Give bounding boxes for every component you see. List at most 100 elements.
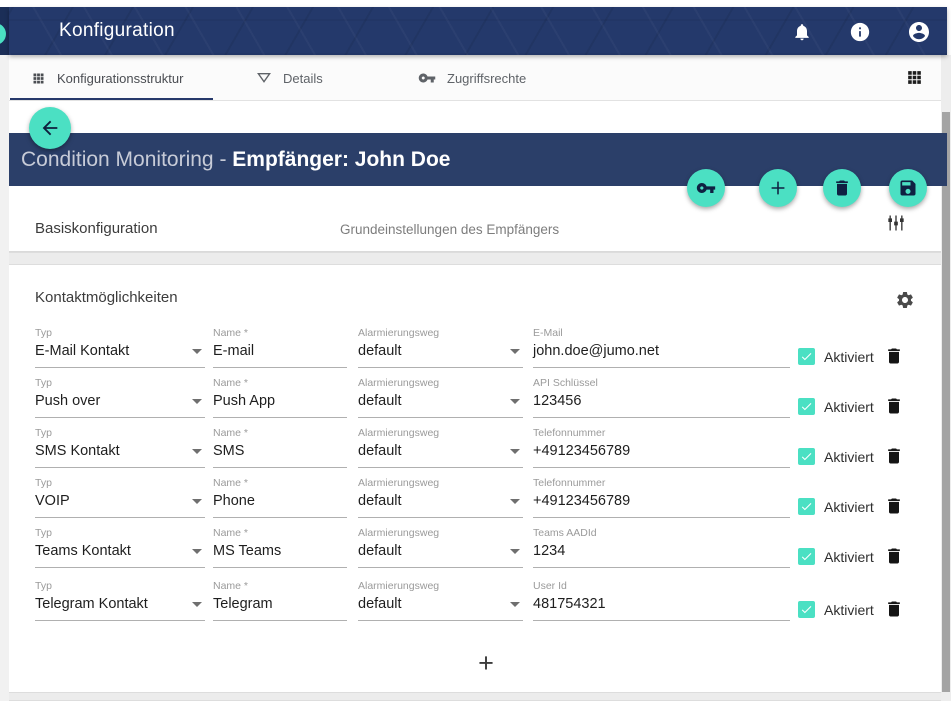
trash-icon (884, 599, 904, 619)
activated-checkbox[interactable] (798, 548, 815, 565)
account-icon[interactable] (907, 15, 931, 39)
page-title-prefix: Condition Monitoring - (21, 148, 232, 171)
typ-value: E-Mail Kontakt (35, 343, 129, 359)
typ-select[interactable]: Typ Teams Kontakt (35, 525, 205, 568)
alarmierungsweg-value: default (358, 596, 402, 612)
typ-label: Typ (35, 477, 52, 489)
scrollbar-thumb[interactable] (942, 112, 950, 692)
chevron-down-icon (510, 349, 520, 354)
name-input[interactable]: Name * Telegram (213, 578, 347, 621)
delete-contact-button[interactable] (884, 446, 904, 466)
contact-value: 123456 (533, 393, 581, 409)
contact-value-input[interactable]: Telefonnummer +49123456789 (533, 475, 790, 518)
name-value: MS Teams (213, 543, 281, 559)
key-icon (696, 178, 716, 198)
name-input[interactable]: Name * E-mail (213, 325, 347, 368)
activated-checkbox[interactable] (798, 398, 815, 415)
contact-value: 481754321 (533, 596, 606, 612)
save-button[interactable] (889, 169, 927, 207)
activated-label: Aktiviert (824, 349, 874, 365)
contact-value-label: Telefonnummer (533, 477, 605, 489)
gear-icon[interactable] (895, 290, 915, 310)
check-icon (800, 450, 813, 463)
typ-select[interactable]: Typ E-Mail Kontakt (35, 325, 205, 368)
contact-value: +49123456789 (533, 493, 630, 509)
activated-checkbox[interactable] (798, 448, 815, 465)
contact-value-label: User Id (533, 580, 567, 592)
alarmierungsweg-select[interactable]: Alarmierungsweg default (358, 325, 523, 368)
alarmierungsweg-value: default (358, 493, 402, 509)
activated-checkbox[interactable] (798, 498, 815, 515)
tab-zugriffsrechte[interactable]: Zugriffsrechte (418, 55, 526, 101)
contact-row: Typ E-Mail Kontakt Name * E-mail Alarmie… (9, 325, 941, 373)
plus-icon (767, 177, 789, 199)
activated-label: Aktiviert (824, 549, 874, 565)
trash-icon (884, 346, 904, 366)
contact-value-label: E-Mail (533, 327, 563, 339)
alarmierungsweg-select[interactable]: Alarmierungsweg default (358, 475, 523, 518)
activated-checkbox[interactable] (798, 601, 815, 618)
alarmierungsweg-value: default (358, 543, 402, 559)
chevron-down-icon (510, 549, 520, 554)
activated-checkbox[interactable] (798, 348, 815, 365)
delete-contact-button[interactable] (884, 546, 904, 566)
add-contact-button[interactable]: + (459, 643, 513, 683)
contact-row: Typ Teams Kontakt Name * MS Teams Alarmi… (9, 525, 941, 573)
contact-value-input[interactable]: E-Mail john.doe@jumo.net (533, 325, 790, 368)
info-icon[interactable] (849, 16, 871, 38)
alarmierungsweg-select[interactable]: Alarmierungsweg default (358, 425, 523, 468)
typ-select[interactable]: Typ Push over (35, 375, 205, 418)
section-divider (9, 252, 941, 265)
page-header-band: Condition Monitoring - Empfänger: John D… (9, 133, 947, 186)
contact-value-label: API Schlüssel (533, 377, 598, 389)
grid-icon (31, 71, 46, 86)
name-label: Name * (213, 477, 248, 489)
contact-row: Typ Telegram Kontakt Name * Telegram Ala… (9, 578, 941, 626)
trash-icon (884, 546, 904, 566)
alarmierungsweg-label: Alarmierungsweg (358, 327, 439, 339)
name-input[interactable]: Name * MS Teams (213, 525, 347, 568)
back-button[interactable] (29, 107, 71, 149)
contact-value-input[interactable]: Teams AADId 1234 (533, 525, 790, 568)
typ-value: Telegram Kontakt (35, 596, 148, 612)
typ-select[interactable]: Typ Telegram Kontakt (35, 578, 205, 621)
alarmierungsweg-value: default (358, 443, 402, 459)
trash-icon (884, 496, 904, 516)
add-button[interactable] (759, 169, 797, 207)
contact-value-input[interactable]: User Id 481754321 (533, 578, 790, 621)
delete-contact-button[interactable] (884, 396, 904, 416)
delete-contact-button[interactable] (884, 346, 904, 366)
name-input[interactable]: Name * Push App (213, 375, 347, 418)
typ-select[interactable]: Typ VOIP (35, 475, 205, 518)
typ-value: Teams Kontakt (35, 543, 131, 559)
contact-value-input[interactable]: API Schlüssel 123456 (533, 375, 790, 418)
access-rights-button[interactable] (687, 169, 725, 207)
kontaktmoeglichkeiten-card: Kontaktmöglichkeiten Typ E-Mail Kontakt … (9, 265, 941, 692)
alarmierungsweg-select[interactable]: Alarmierungsweg default (358, 375, 523, 418)
chevron-down-icon (192, 349, 202, 354)
basiskonfiguration-row[interactable]: Basiskonfiguration Grundeinstellungen de… (9, 186, 941, 252)
chevron-down-icon (192, 602, 202, 607)
bell-icon[interactable] (792, 17, 812, 37)
tune-sliders-icon[interactable] (886, 213, 906, 233)
tab-konfigurationsstruktur[interactable]: Konfigurationsstruktur (31, 55, 183, 101)
grid-menu-icon[interactable] (905, 68, 924, 87)
tab-details[interactable]: Details (256, 55, 323, 101)
typ-label: Typ (35, 327, 52, 339)
tab-label: Zugriffsrechte (447, 71, 526, 86)
app-window: Konfiguration Konfigurationsstruktur Det… (0, 0, 951, 701)
typ-value: Push over (35, 393, 100, 409)
alarmierungsweg-select[interactable]: Alarmierungsweg default (358, 578, 523, 621)
chevron-down-icon (510, 602, 520, 607)
delete-contact-button[interactable] (884, 496, 904, 516)
delete-button[interactable] (823, 169, 861, 207)
name-input[interactable]: Name * Phone (213, 475, 347, 518)
alarmierungsweg-select[interactable]: Alarmierungsweg default (358, 525, 523, 568)
tab-bar: Konfigurationsstruktur Details Zugriffsr… (9, 55, 947, 101)
contact-value-input[interactable]: Telefonnummer +49123456789 (533, 425, 790, 468)
delete-contact-button[interactable] (884, 599, 904, 619)
typ-value: VOIP (35, 493, 70, 509)
chevron-down-icon (510, 449, 520, 454)
name-input[interactable]: Name * SMS (213, 425, 347, 468)
typ-select[interactable]: Typ SMS Kontakt (35, 425, 205, 468)
